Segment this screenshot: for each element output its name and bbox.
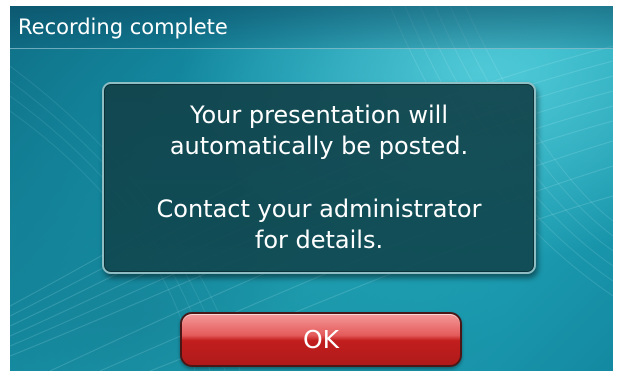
ok-button[interactable]: OK xyxy=(180,312,462,367)
page-title: Recording complete xyxy=(18,15,228,39)
kiosk-screen: Recording complete Your presentation wil… xyxy=(10,6,613,371)
message-dialog: Your presentation will automatically be … xyxy=(102,82,536,274)
title-bar: Recording complete xyxy=(10,6,613,49)
message-line-2: automatically be posted. xyxy=(169,132,469,160)
message-line-1: Your presentation will xyxy=(189,101,449,129)
message-line-4: for details. xyxy=(254,226,384,254)
message-line-3: Contact your administrator xyxy=(156,195,482,223)
